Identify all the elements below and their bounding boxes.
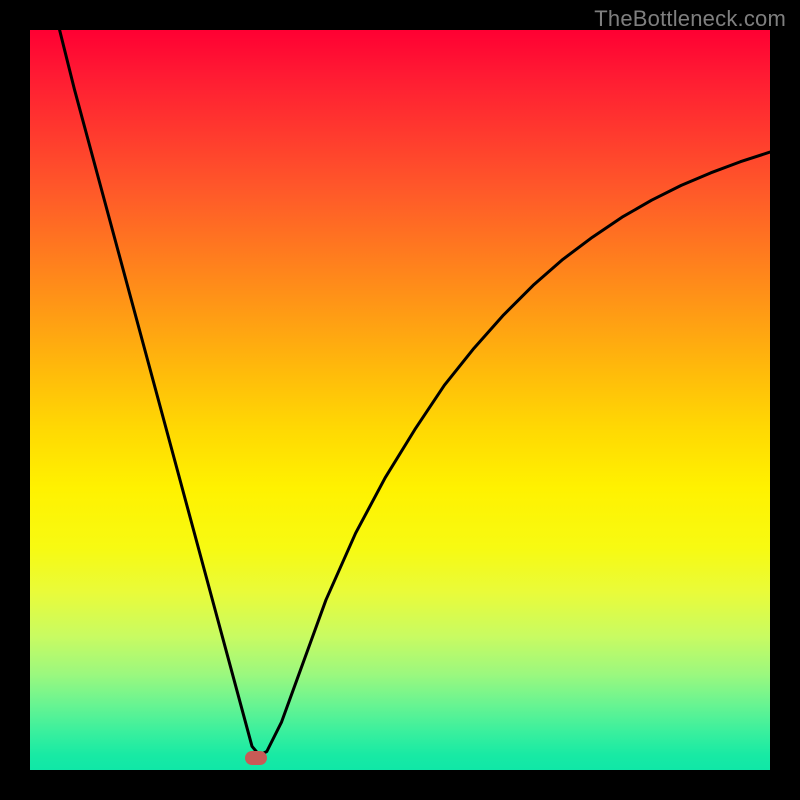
optimal-point-marker xyxy=(245,751,267,765)
bottleneck-curve xyxy=(30,30,770,770)
plot-area xyxy=(30,30,770,770)
chart-frame: TheBottleneck.com xyxy=(0,0,800,800)
watermark-text: TheBottleneck.com xyxy=(594,6,786,32)
